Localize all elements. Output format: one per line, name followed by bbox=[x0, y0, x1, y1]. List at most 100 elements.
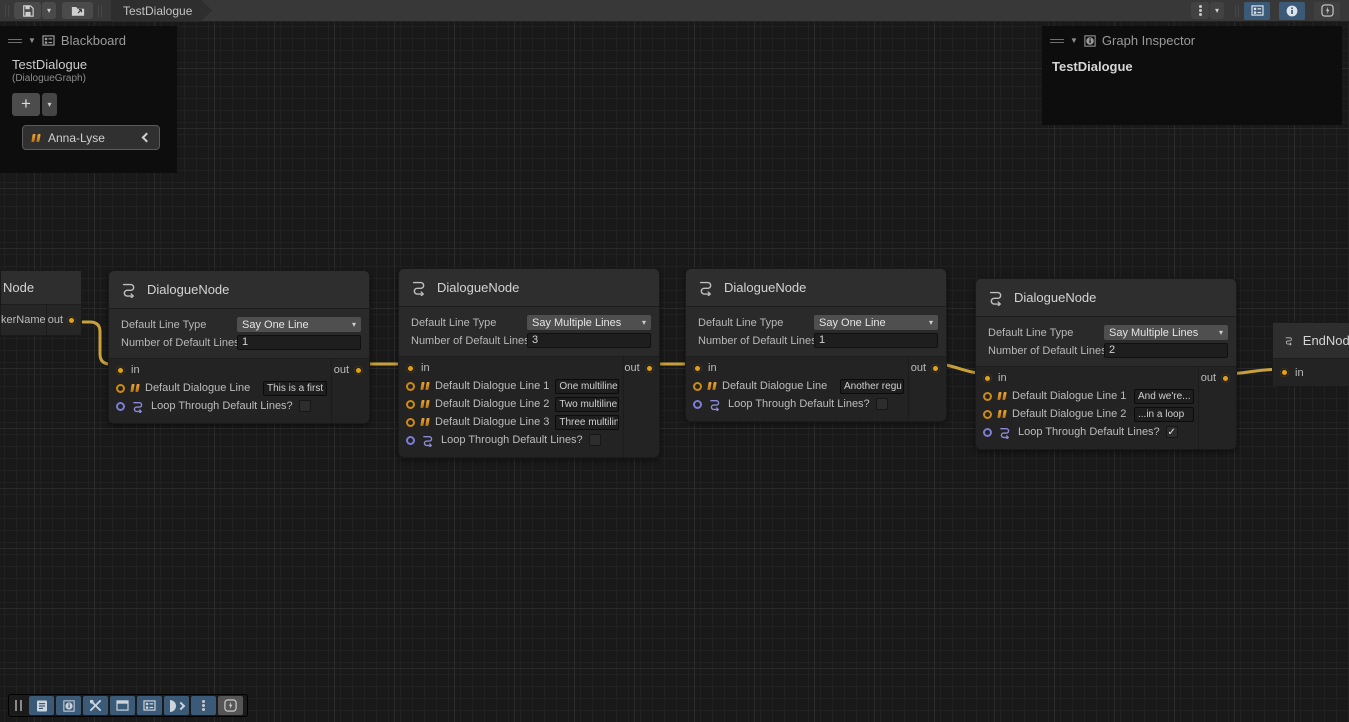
dialogue-node-1[interactable]: DialogueNode Default Line Type Say One L… bbox=[108, 270, 370, 424]
tools-icon bbox=[89, 699, 102, 712]
line-count-field[interactable]: 2 bbox=[1104, 343, 1228, 358]
loop-port[interactable] bbox=[406, 436, 415, 445]
loop-checkbox[interactable] bbox=[876, 398, 888, 410]
line-value-field[interactable]: ...in a loop bbox=[1134, 407, 1194, 422]
dropdown-arrow-icon: ▾ bbox=[642, 318, 646, 327]
speaker-quote-icon bbox=[32, 134, 40, 142]
toggle-blackboard-button[interactable] bbox=[1244, 2, 1270, 20]
line-count-field[interactable]: 1 bbox=[814, 333, 938, 348]
line-value-field[interactable]: Two multiline bbox=[555, 397, 619, 412]
in-port[interactable] bbox=[116, 366, 125, 375]
node-title: DialogueNode bbox=[724, 280, 806, 295]
drag-handle-icon[interactable] bbox=[1050, 39, 1064, 43]
loop-checkbox[interactable] bbox=[299, 400, 311, 412]
quote-icon bbox=[421, 382, 429, 390]
line-port[interactable] bbox=[406, 418, 415, 427]
node-title-bar[interactable]: EndNode bbox=[1273, 323, 1349, 359]
save-button[interactable] bbox=[14, 2, 41, 19]
toolbar-drag-handle[interactable] bbox=[5, 5, 9, 17]
overflow-dropdown-button[interactable]: ▾ bbox=[1210, 2, 1224, 19]
node-title-bar[interactable]: DialogueNode bbox=[686, 269, 946, 307]
line-count-field[interactable]: 3 bbox=[527, 333, 651, 348]
node-title-bar[interactable]: DialogueNode bbox=[976, 279, 1236, 317]
dialogue-node-4[interactable]: DialogueNode Default Line Type Say Multi… bbox=[975, 278, 1237, 450]
console-panel-button[interactable] bbox=[29, 696, 54, 715]
line-value-field[interactable]: This is a first bbox=[263, 381, 327, 396]
node-title-bar[interactable]: DialogueNode bbox=[399, 269, 659, 307]
line-type-value: Say Multiple Lines bbox=[1109, 327, 1219, 339]
loop-checkbox[interactable] bbox=[589, 434, 601, 446]
toggle-live-preview-button[interactable] bbox=[1314, 2, 1340, 20]
out-port[interactable] bbox=[645, 364, 654, 373]
toggle-inspector-button[interactable] bbox=[1279, 2, 1305, 20]
blackboard-panel-button[interactable] bbox=[137, 696, 162, 715]
line-value-field[interactable]: Another regu bbox=[840, 379, 904, 394]
window-panel-button[interactable] bbox=[110, 696, 135, 715]
line-type-dropdown[interactable]: Say Multiple Lines ▾ bbox=[1104, 325, 1228, 340]
in-port-label: in bbox=[1295, 367, 1304, 379]
line-type-dropdown[interactable]: Say One Line ▾ bbox=[237, 317, 361, 332]
node-title-bar[interactable]: Node bbox=[1, 271, 81, 305]
in-port[interactable] bbox=[693, 364, 702, 373]
line-port[interactable] bbox=[983, 392, 992, 401]
toolbar-drag-handle[interactable] bbox=[15, 700, 22, 711]
collapse-arrow-icon[interactable]: ▼ bbox=[1070, 36, 1078, 45]
in-port[interactable] bbox=[1280, 368, 1289, 377]
save-icon bbox=[22, 5, 34, 17]
loop-port[interactable] bbox=[693, 400, 702, 409]
line-port[interactable] bbox=[406, 400, 415, 409]
collapse-arrow-icon[interactable]: ▼ bbox=[28, 36, 36, 45]
loop-checkbox[interactable]: ✓ bbox=[1166, 426, 1178, 438]
live-preview-button[interactable] bbox=[218, 696, 243, 715]
out-port[interactable] bbox=[354, 366, 363, 375]
dialogue-node-icon bbox=[410, 279, 428, 296]
port-label: kerName bbox=[1, 305, 47, 335]
chevron-left-icon[interactable] bbox=[142, 133, 152, 143]
in-port[interactable] bbox=[406, 364, 415, 373]
loop-port[interactable] bbox=[983, 428, 992, 437]
preview-panel-button[interactable] bbox=[164, 696, 189, 715]
blackboard-field-annalyse[interactable]: Anna-Lyse bbox=[22, 125, 160, 150]
line-value-field[interactable]: One multiline bbox=[555, 379, 619, 394]
inspector-header[interactable]: ▼ Graph Inspector bbox=[1042, 26, 1342, 53]
dialogue-node-icon bbox=[697, 279, 715, 296]
node-title-bar[interactable]: DialogueNode bbox=[109, 271, 369, 309]
kebab-icon bbox=[202, 704, 205, 707]
line-port[interactable] bbox=[116, 384, 125, 393]
open-asset-button[interactable] bbox=[62, 2, 93, 19]
breadcrumb-tab[interactable]: TestDialogue bbox=[111, 0, 212, 22]
line-port[interactable] bbox=[693, 382, 702, 391]
tools-panel-button[interactable] bbox=[83, 696, 108, 715]
end-node[interactable]: EndNode in bbox=[1272, 322, 1349, 387]
in-port[interactable] bbox=[983, 374, 992, 383]
out-port[interactable] bbox=[1221, 374, 1230, 383]
add-variable-button[interactable]: + bbox=[12, 93, 40, 116]
blackboard-header[interactable]: ▼ Blackboard bbox=[0, 26, 177, 53]
inspector-panel-button[interactable] bbox=[56, 696, 81, 715]
quote-icon bbox=[998, 410, 1006, 418]
add-variable-dropdown-button[interactable]: ▾ bbox=[42, 93, 57, 116]
dialogue-node-3[interactable]: DialogueNode Default Line Type Say One L… bbox=[685, 268, 947, 422]
line-value-field[interactable]: And we're... bbox=[1134, 389, 1194, 404]
node-title: EndNode bbox=[1303, 333, 1349, 348]
node-title: DialogueNode bbox=[1014, 290, 1096, 305]
out-port[interactable] bbox=[931, 364, 940, 373]
dialogue-node-2[interactable]: DialogueNode Default Line Type Say Multi… bbox=[398, 268, 660, 458]
drag-handle-icon[interactable] bbox=[8, 39, 22, 43]
line-count-field[interactable]: 1 bbox=[237, 335, 361, 350]
loop-port[interactable] bbox=[116, 402, 125, 411]
out-port[interactable] bbox=[67, 316, 76, 325]
overflow-menu-button[interactable] bbox=[191, 696, 216, 715]
line-value-field[interactable]: Three multilin bbox=[555, 415, 619, 430]
line-type-dropdown[interactable]: Say Multiple Lines ▾ bbox=[527, 315, 651, 330]
speaker-node-partial[interactable]: Node kerName out bbox=[0, 270, 82, 336]
line-type-dropdown[interactable]: Say One Line ▾ bbox=[814, 315, 938, 330]
quote-icon bbox=[131, 384, 139, 392]
line-port[interactable] bbox=[983, 410, 992, 419]
save-dropdown-button[interactable]: ▾ bbox=[42, 2, 56, 19]
line-port[interactable] bbox=[406, 382, 415, 391]
blackboard-title: Blackboard bbox=[61, 33, 126, 48]
lightning-icon bbox=[224, 699, 237, 712]
line-label: Default Dialogue Line 3 bbox=[435, 416, 549, 428]
overflow-menu-button[interactable] bbox=[1191, 2, 1209, 19]
